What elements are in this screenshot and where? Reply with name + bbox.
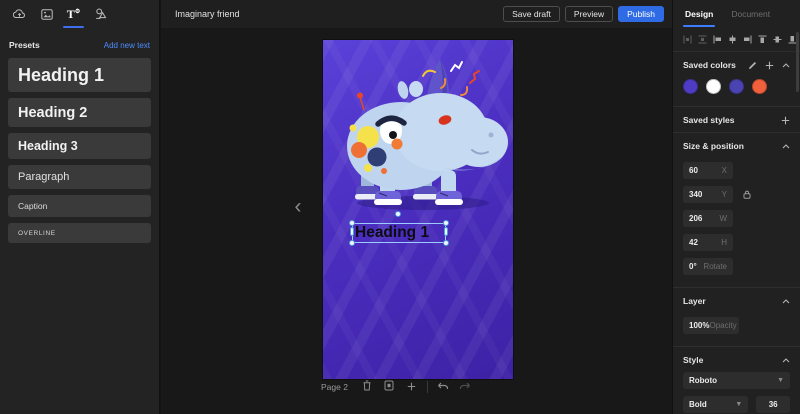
artboard[interactable]: Heading 1 (323, 40, 513, 379)
selected-text-element[interactable]: Heading 1 (349, 211, 449, 246)
width-field[interactable]: 206 W (683, 210, 733, 227)
resize-handle-right[interactable] (444, 227, 448, 236)
preset-overline[interactable]: OVERLINE (8, 223, 151, 243)
elements-icon (94, 8, 107, 20)
preset-caption[interactable]: Caption (8, 195, 151, 217)
distribute-horizontal-icon[interactable] (683, 34, 692, 44)
duplicate-page-button[interactable] (383, 380, 396, 393)
collapse-style-icon[interactable] (782, 357, 790, 363)
text-tool-button[interactable]: T⚙ (60, 2, 87, 28)
trash-icon (362, 378, 372, 396)
add-style-icon[interactable] (781, 116, 790, 125)
resize-handle-left[interactable] (350, 227, 354, 236)
style-section: Style Roboto ▼ Bold ▼ 36 1.1 0% (673, 347, 800, 414)
collapse-layer-icon[interactable] (782, 298, 790, 304)
duplicate-icon (384, 378, 394, 396)
elements-tool-button[interactable] (87, 2, 114, 26)
delete-page-button[interactable] (361, 380, 374, 393)
chevron-down-icon: ▼ (777, 377, 784, 384)
height-field[interactable]: 42 H (683, 234, 733, 251)
right-panel: Design Document Saved colors Saved style… (672, 0, 800, 414)
collapse-colors-icon[interactable] (782, 62, 790, 68)
preset-heading-2[interactable]: Heading 2 (8, 98, 151, 127)
color-swatch-3[interactable] (729, 79, 744, 94)
saved-colors-header: Saved colors (683, 60, 736, 70)
tab-design[interactable]: Design (682, 9, 716, 27)
tab-document[interactable]: Document (731, 9, 770, 19)
left-sidebar: T⚙ Presets Add new text Heading 1 Headin… (0, 0, 160, 414)
layer-section: Layer 100% Opacity (673, 288, 800, 347)
opacity-field[interactable]: 100% Opacity (683, 317, 739, 334)
saved-styles-header: Saved styles (683, 115, 735, 125)
resize-handle-top-left[interactable] (349, 220, 355, 226)
color-swatch-2[interactable] (706, 79, 721, 94)
layer-header: Layer (683, 296, 706, 306)
rhino-illustration (347, 59, 508, 210)
tool-icon-bar: T⚙ (0, 0, 159, 28)
distribute-vertical-icon[interactable] (698, 34, 707, 44)
undo-button[interactable] (437, 380, 450, 393)
preset-heading-3[interactable]: Heading 3 (8, 133, 151, 159)
color-swatch-1[interactable] (683, 79, 698, 94)
font-family-select[interactable]: Roboto ▼ (683, 372, 790, 389)
aspect-lock-icon[interactable] (743, 186, 751, 204)
save-draft-button[interactable]: Save draft (503, 6, 560, 22)
plus-icon (407, 378, 416, 396)
chevron-down-icon: ▼ (735, 401, 743, 408)
redo-button[interactable] (459, 380, 472, 393)
align-right-icon[interactable] (743, 34, 752, 44)
saved-styles-section: Saved styles (673, 107, 800, 133)
align-center-horizontal-icon[interactable] (728, 34, 737, 44)
rotate-field[interactable]: 0° Rotate (683, 258, 733, 275)
preset-paragraph[interactable]: Paragraph (8, 165, 151, 189)
previous-page-arrow[interactable]: ‹ (289, 194, 307, 220)
resize-handle-top-right[interactable] (443, 220, 449, 226)
saved-colors-section: Saved colors (673, 52, 800, 107)
size-position-section: Size & position 60 X 340 Y 206 W 42 H 0° Rota… (673, 133, 800, 288)
alignment-toolbar (673, 28, 800, 52)
resize-handle-bottom-right[interactable] (443, 240, 449, 246)
cloud-upload-icon (13, 9, 26, 19)
preview-button[interactable]: Preview (564, 6, 614, 22)
add-page-button[interactable] (405, 380, 418, 393)
add-color-icon[interactable] (765, 61, 774, 70)
page-label: Page 2 (321, 381, 348, 392)
publish-button[interactable]: Publish (618, 6, 664, 22)
color-swatch-4[interactable] (752, 79, 767, 94)
align-center-vertical-icon[interactable] (773, 34, 782, 44)
upload-tool-button[interactable] (6, 2, 33, 26)
panel-scrollbar[interactable] (796, 32, 799, 92)
canvas-heading-text[interactable]: Heading 1 (353, 224, 445, 242)
preset-heading-1[interactable]: Heading 1 (8, 58, 151, 92)
font-weight-select[interactable]: Bold ▼ (683, 396, 749, 413)
size-position-header: Size & position (683, 141, 744, 151)
edit-colors-icon[interactable] (748, 61, 757, 70)
toolbar-divider (426, 380, 428, 393)
resize-handle-bottom-left[interactable] (349, 240, 355, 246)
image-icon (40, 8, 53, 20)
align-left-icon[interactable] (713, 34, 722, 44)
document-title: Imaginary friend (175, 9, 240, 19)
x-field[interactable]: 60 X (683, 162, 733, 179)
topbar: Imaginary friend Save draft Preview Publ… (161, 0, 672, 28)
collapse-size-icon[interactable] (782, 143, 790, 149)
redo-icon (459, 378, 471, 396)
style-header: Style (683, 355, 704, 365)
canvas-area: ‹ Heading 1 Page 2 (161, 28, 672, 414)
font-size-field[interactable]: 36 (756, 396, 790, 413)
y-field[interactable]: 340 Y (683, 186, 733, 203)
rotate-handle[interactable] (395, 211, 401, 217)
page-toolbar: Page 2 (321, 380, 472, 393)
undo-icon (437, 378, 449, 396)
text-tool-icon: T⚙ (66, 6, 81, 21)
presets-header: Presets (9, 40, 40, 50)
image-tool-button[interactable] (33, 2, 60, 26)
align-top-icon[interactable] (758, 34, 767, 44)
add-new-text-link[interactable]: Add new text (104, 41, 150, 50)
